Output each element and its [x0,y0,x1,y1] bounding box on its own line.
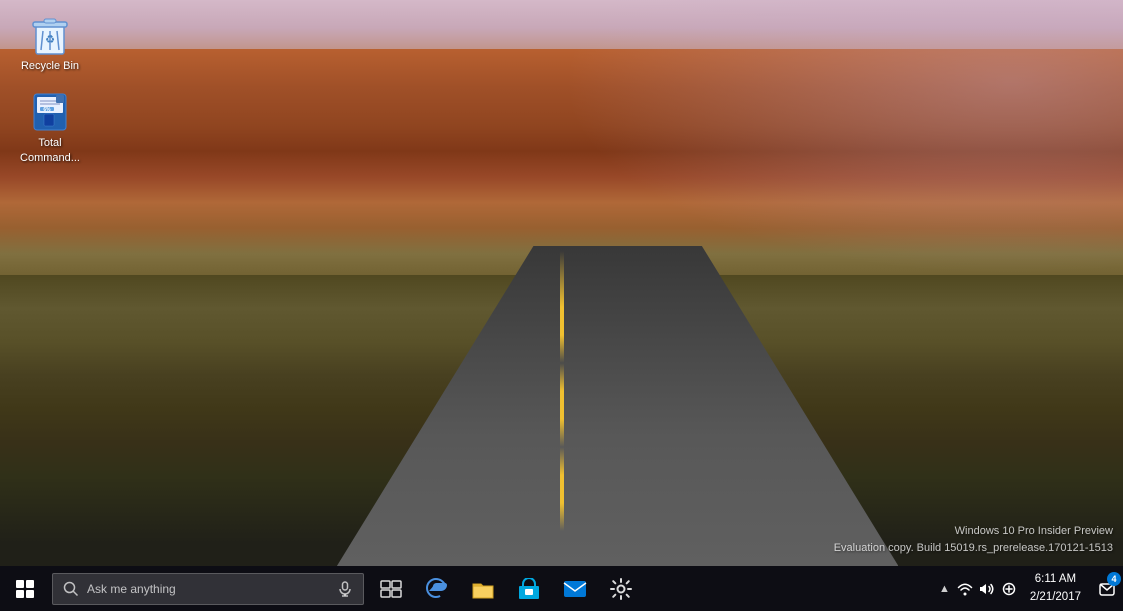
desktop-icons: ♻ Recycle Bin 6 [10,10,90,169]
edge-button[interactable] [414,566,460,611]
store-button[interactable] [506,566,552,611]
notification-badge: 4 [1107,572,1121,586]
clock[interactable]: 6:11 AM 2/21/2017 [1020,566,1091,611]
search-icon [63,581,79,597]
power-tray-icon[interactable] [998,566,1020,611]
mail-icon [563,579,587,599]
taskbar: Ask me anything [0,566,1123,611]
system-tray: ▲ [935,566,1123,611]
start-button[interactable] [0,566,50,611]
sky-glow [562,0,1123,275]
notification-button[interactable]: 4 [1091,566,1123,611]
settings-icon [610,578,632,600]
task-view-icon [380,580,402,598]
recycle-bin-icon[interactable]: ♻ Recycle Bin [10,10,90,77]
watermark-line2: Evaluation copy. Build 15019.rs_prerelea… [834,540,1113,557]
search-bar[interactable]: Ask me anything [52,573,364,605]
total-commander-image: 6% [29,91,71,133]
desktop: Windows 10 Pro Insider Preview Evaluatio… [0,0,1123,611]
mail-button[interactable] [552,566,598,611]
file-explorer-button[interactable] [460,566,506,611]
recycle-bin-label: Recycle Bin [21,59,79,73]
total-commander-label: Total Command... [14,136,86,165]
road-center-line [560,251,564,531]
task-view-button[interactable] [368,566,414,611]
taskbar-items [368,566,644,611]
recycle-bin-image: ♻ [29,14,71,56]
volume-icon [979,581,995,597]
settings-button[interactable] [598,566,644,611]
recycle-bin-svg: ♻ [31,14,69,56]
battery-icon [1002,582,1016,596]
edge-icon [425,577,449,601]
windows-logo [16,580,34,598]
clock-date: 2/21/2017 [1030,589,1081,606]
volume-tray-icon[interactable] [976,566,998,611]
store-icon [518,578,540,600]
file-explorer-icon [471,578,495,600]
watermark-line1: Windows 10 Pro Insider Preview [834,523,1113,540]
network-tray-icon[interactable] [954,566,976,611]
search-placeholder: Ask me anything [87,582,329,596]
total-commander-icon[interactable]: 6% Total Command... [10,87,90,169]
clock-time: 6:11 AM [1035,571,1076,588]
windows-logo-tl [16,580,24,588]
svg-text:6%: 6% [43,107,51,113]
svg-text:♻: ♻ [45,34,55,46]
windows-logo-tr [26,580,34,588]
total-commander-svg: 6% [31,92,69,132]
windows-logo-br [26,590,34,598]
watermark: Windows 10 Pro Insider Preview Evaluatio… [834,523,1113,556]
windows-logo-bl [16,590,24,598]
microphone-icon [337,581,353,597]
tray-expand-button[interactable]: ▲ [935,566,954,611]
network-icon [957,582,973,596]
